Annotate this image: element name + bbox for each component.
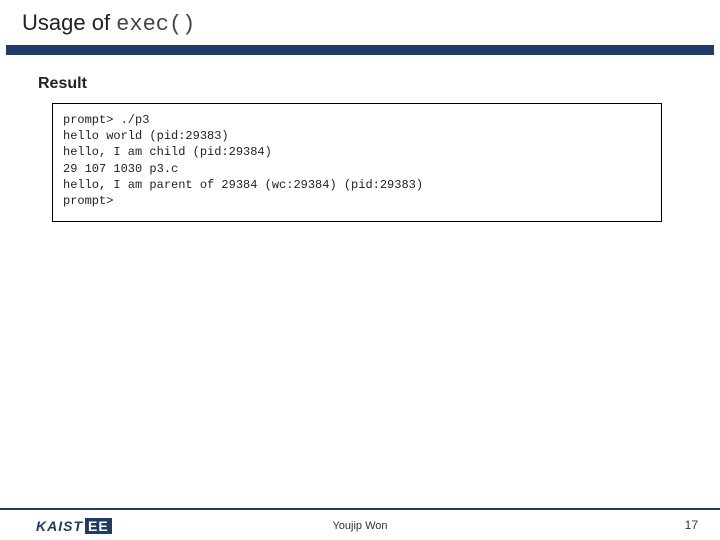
slide: Usage of exec() Result prompt> ./p3 hell… [0,0,720,540]
footer: KAISTEE Youjip Won 17 [0,508,720,540]
terminal-output: prompt> ./p3 hello world (pid:29383) hel… [52,103,662,222]
logo-main: KAIST [36,518,83,534]
logo-suffix: EE [85,518,112,534]
section-heading: Result [38,75,720,93]
slide-title: Usage of exec() [0,0,720,41]
author-name: Youjip Won [332,520,387,532]
title-divider [6,45,714,55]
title-prefix: Usage of [22,10,116,35]
title-code: exec() [116,12,195,37]
page-number: 17 [685,518,698,532]
content-section: Result prompt> ./p3 hello world (pid:293… [0,55,720,222]
logo: KAISTEE [36,518,112,534]
